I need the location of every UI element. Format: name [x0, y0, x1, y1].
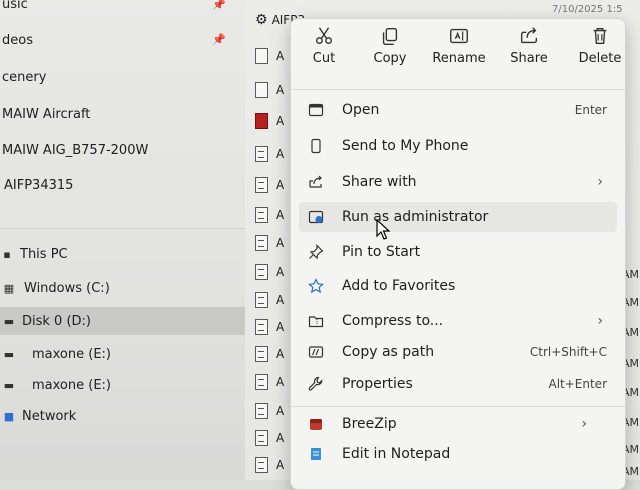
file-row[interactable]: A: [255, 146, 284, 162]
file-icon: [255, 82, 268, 98]
menu-item-pin-to-start[interactable]: Pin to Start: [299, 237, 617, 267]
nav-item-scenery[interactable]: cenery: [0, 63, 245, 91]
rename-icon: [450, 28, 468, 44]
phone-icon: [307, 137, 325, 155]
document-icon: [255, 264, 268, 280]
nav-item-maxone-e-2[interactable]: ▬ maxone (E:): [0, 371, 245, 399]
drive-icon: ▬: [3, 314, 15, 328]
nav-item-maiw-aig-b757[interactable]: MAIW AIG_B757-200W: [0, 136, 245, 164]
menu-item-copy-as-path[interactable]: Copy as path Ctrl+Shift+C: [299, 337, 617, 367]
menu-item-open[interactable]: Open Enter: [299, 95, 617, 125]
document-icon: [255, 177, 268, 193]
file-row[interactable]: A: [255, 207, 284, 223]
pin-icon: [307, 243, 325, 261]
network-icon: ■: [3, 409, 15, 423]
document-icon: [255, 430, 268, 446]
document-icon: [255, 319, 268, 335]
delete-button[interactable]: Delete: [567, 25, 633, 66]
file-row[interactable]: A: [255, 113, 284, 129]
document-icon: [255, 346, 268, 362]
scissors-icon: [315, 27, 333, 45]
share-icon: [520, 27, 538, 44]
file-row[interactable]: A: [255, 457, 284, 473]
menu-item-properties[interactable]: Properties Alt+Enter: [299, 369, 617, 399]
file-row[interactable]: A: [255, 177, 284, 193]
chevron-right-icon: ›: [581, 416, 587, 432]
document-icon: [255, 374, 268, 390]
pin-icon: 📌: [212, 0, 226, 11]
file-row[interactable]: A: [255, 430, 284, 446]
nav-item-network[interactable]: ■ Network: [0, 402, 245, 430]
breezip-icon: [307, 415, 325, 433]
nav-item-disk-d[interactable]: ▬ Disk 0 (D:): [0, 307, 245, 335]
nav-item-music[interactable]: usic: [0, 0, 245, 18]
file-date: 7/10/2025 1:5: [552, 4, 623, 15]
copy-icon: [382, 27, 398, 45]
file-row[interactable]: A: [255, 235, 284, 251]
file-row[interactable]: A: [255, 403, 284, 419]
file-row[interactable]: A: [255, 346, 284, 362]
file-row[interactable]: A: [255, 292, 284, 308]
menu-item-breezip[interactable]: BreeZip ›: [299, 409, 617, 439]
file-row[interactable]: A: [255, 82, 284, 98]
cut-button[interactable]: Cut: [291, 25, 357, 66]
file-row[interactable]: A: [255, 48, 284, 64]
nav-item-videos[interactable]: deos: [0, 26, 245, 54]
copy-button[interactable]: Copy: [357, 25, 423, 66]
share-button[interactable]: Share: [496, 25, 562, 66]
nav-divider: [0, 228, 245, 229]
notepad-icon: [307, 445, 325, 463]
share-with-icon: [307, 173, 325, 191]
menu-item-add-to-favorites[interactable]: Add to Favorites: [299, 271, 617, 301]
open-icon: [307, 101, 325, 119]
zip-folder-icon: [307, 312, 325, 330]
pc-icon: ▪: [3, 247, 11, 261]
document-icon: [255, 235, 268, 251]
file-icon: [255, 48, 268, 64]
windows-drive-icon: ▦: [3, 281, 15, 295]
nav-item-this-pc[interactable]: ▪ This PC: [0, 240, 245, 268]
menu-item-run-as-administrator[interactable]: Run as administrator: [299, 202, 617, 232]
rename-button[interactable]: Rename: [426, 25, 492, 66]
context-menu: Cut Copy Rename Share Delete Open Enter …: [290, 18, 626, 490]
drive-icon: ▬: [3, 378, 15, 392]
nav-item-windows-c[interactable]: ▦ Windows (C:): [0, 274, 245, 302]
mouse-cursor-icon: [376, 219, 391, 240]
navigation-pane: usic 📌 deos 📌 cenery MAIW Aircraft MAIW …: [0, 0, 245, 480]
pin-icon: 📌: [212, 33, 226, 46]
menu-item-share-with[interactable]: Share with ›: [299, 167, 617, 197]
chevron-right-icon: ›: [597, 174, 603, 190]
file-row[interactable]: A: [255, 319, 284, 335]
file-row[interactable]: A: [255, 374, 284, 390]
context-action-bar: Cut Copy Rename Share Delete: [291, 19, 625, 83]
document-icon: [255, 403, 268, 419]
menu-divider: [291, 406, 625, 407]
file-row[interactable]: A: [255, 264, 284, 280]
gear-folder-icon: ⚙: [255, 12, 268, 28]
menu-item-send-to-phone[interactable]: Send to My Phone: [299, 131, 617, 161]
document-icon: [255, 457, 268, 473]
menu-item-compress-to[interactable]: Compress to... ›: [299, 306, 617, 336]
wrench-icon: [307, 375, 325, 393]
chevron-right-icon: ›: [597, 313, 603, 329]
nav-item-aifp34315[interactable]: AIFP34315: [0, 171, 245, 199]
path-icon: [307, 343, 325, 361]
nav-item-maxone-e[interactable]: ▬ maxone (E:): [0, 340, 245, 368]
drive-icon: ▬: [3, 347, 15, 361]
trash-icon: [593, 27, 607, 45]
document-icon: [255, 207, 268, 223]
document-icon: [255, 146, 268, 162]
nav-item-maiw-aircraft[interactable]: MAIW Aircraft: [0, 100, 245, 128]
menu-item-edit-in-notepad[interactable]: Edit in Notepad: [299, 439, 617, 469]
shield-admin-icon: [307, 208, 325, 226]
document-icon: [255, 292, 268, 308]
menu-divider: [291, 89, 625, 90]
red-file-icon: [255, 113, 268, 129]
star-icon: [307, 277, 325, 295]
